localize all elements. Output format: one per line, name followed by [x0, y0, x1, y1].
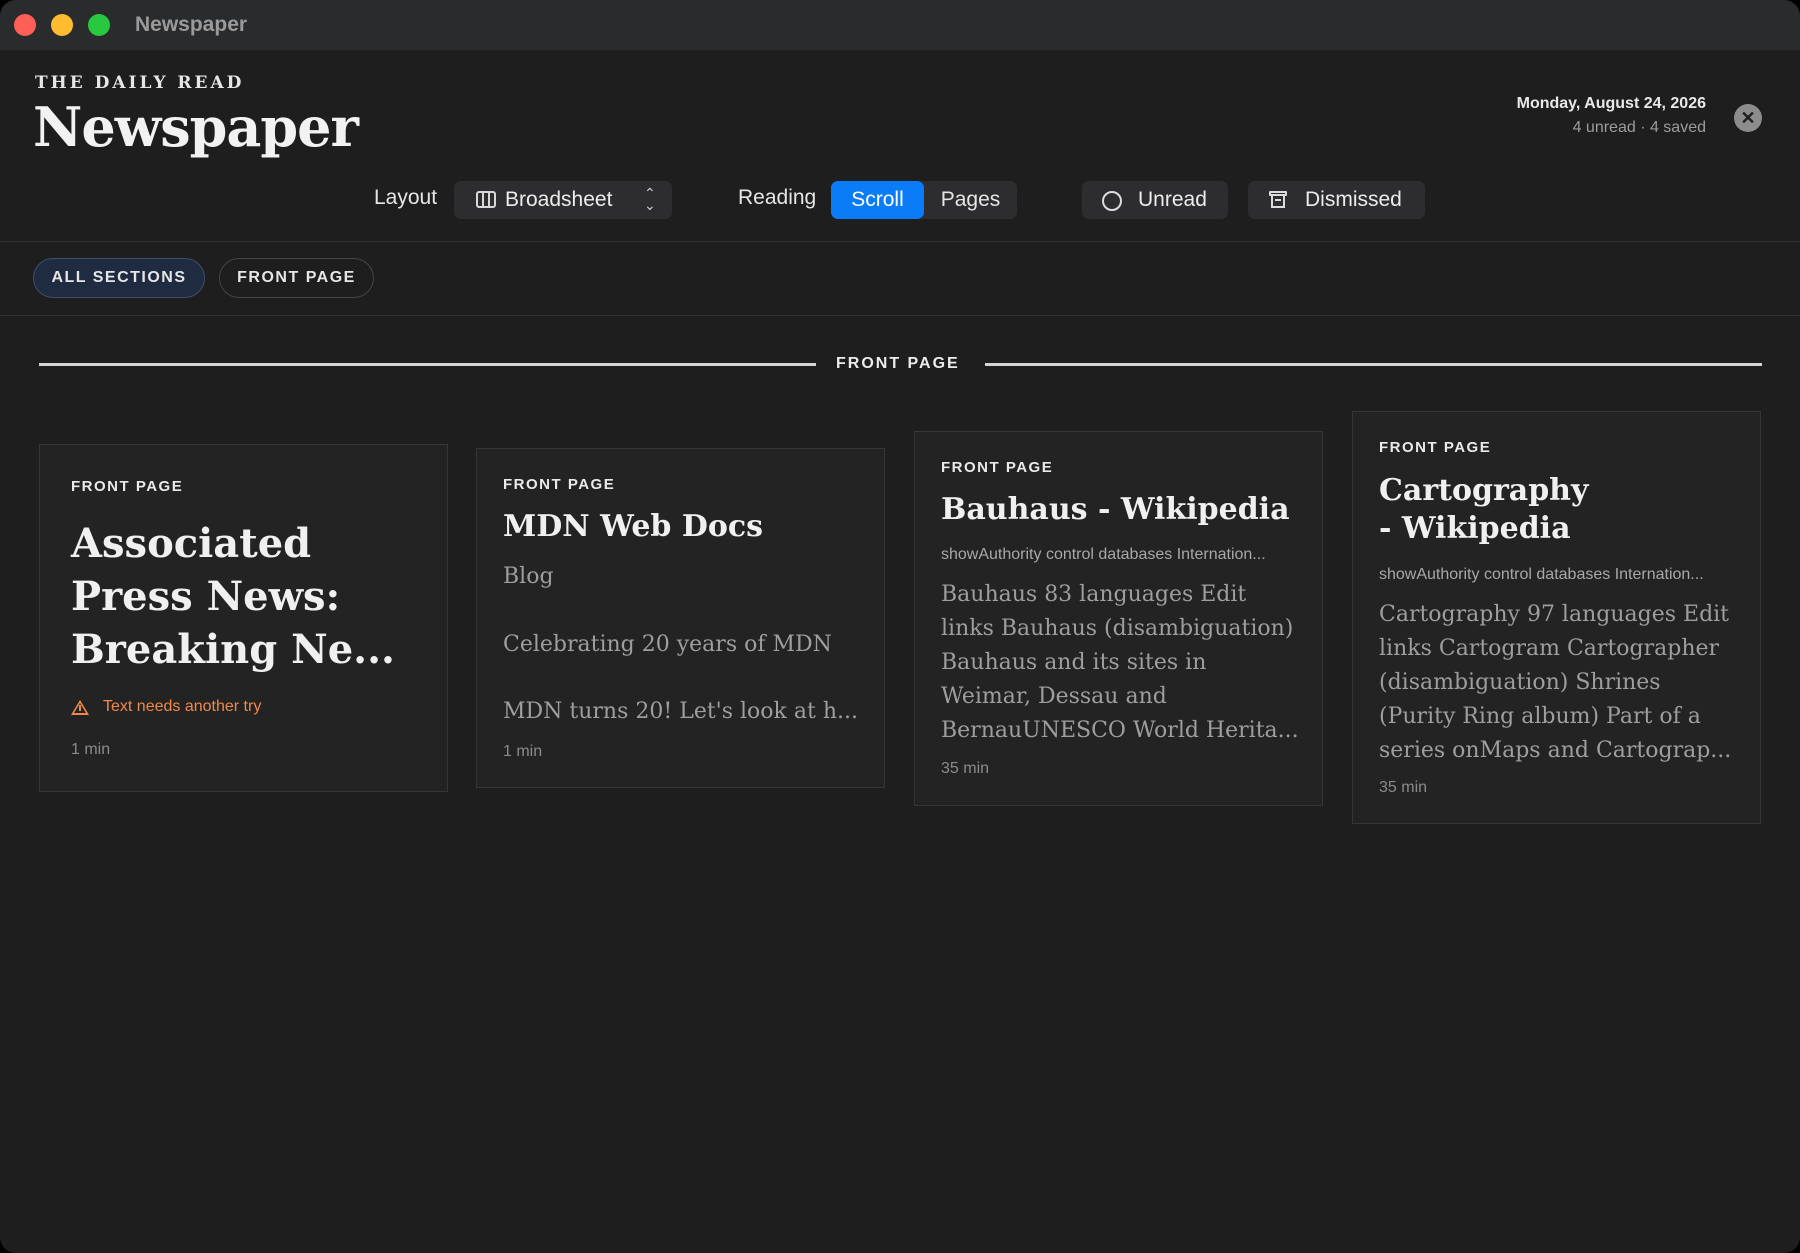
- chevron-up-down-icon: ⌃ ⌄: [644, 185, 656, 213]
- article-kicker: FRONT PAGE: [503, 476, 616, 493]
- article-card[interactable]: FRONT PAGE Cartography - Wikipedia showA…: [1352, 411, 1761, 824]
- article-excerpt: Cartography 97 languages Edit links Cart…: [1379, 602, 1732, 763]
- article-kicker: FRONT PAGE: [941, 459, 1054, 476]
- article-card[interactable]: FRONT PAGE Bauhaus - Wikipedia showAutho…: [914, 431, 1323, 806]
- article-tag-line: showAuthority control databases Internat…: [941, 546, 1266, 563]
- app-window: Newspaper THE DAILY READ Newspaper Monda…: [0, 0, 1800, 1253]
- article-counts: 4 unread · 4 saved: [1572, 119, 1706, 136]
- article-kicker: FRONT PAGE: [1379, 439, 1492, 456]
- reading-mode-control: Scroll Pages: [831, 181, 1017, 219]
- minimize-window-button[interactable]: [51, 14, 73, 36]
- article-headline-line: - Wikipedia: [1379, 511, 1571, 546]
- article-excerpt: Bauhaus 83 languages Edit links Bauhaus …: [941, 582, 1299, 743]
- current-date: Monday, August 24, 2026: [1516, 95, 1706, 112]
- article-warning: Text needs another try: [71, 698, 261, 716]
- chip-all-sections[interactable]: ALL SECTIONS: [33, 258, 205, 298]
- filter-divider: [0, 315, 1800, 316]
- masthead-title: Newspaper: [33, 95, 359, 159]
- warning-triangle-icon: [71, 699, 89, 715]
- article-card[interactable]: FRONT PAGE Associated Press News: Breaki…: [39, 444, 448, 792]
- reading-pages-option[interactable]: Pages: [924, 181, 1017, 219]
- article-headline: MDN Web Docs: [503, 509, 764, 544]
- close-icon[interactable]: ✕: [1734, 104, 1762, 132]
- masthead-kicker: THE DAILY READ: [35, 73, 245, 93]
- dismissed-label: Dismissed: [1305, 188, 1402, 211]
- article-read-time: 35 min: [1379, 779, 1428, 796]
- article-kicker: FRONT PAGE: [71, 478, 184, 495]
- layout-select-value: Broadsheet: [505, 188, 613, 211]
- layout-select[interactable]: Broadsheet ⌃ ⌄: [454, 181, 672, 219]
- reading-label: Reading: [738, 186, 817, 209]
- warning-text: Text needs another try: [103, 698, 262, 715]
- article-headline-line: Cartography: [1379, 473, 1589, 508]
- article-excerpt-line: Celebrating 20 years of MDN: [503, 632, 832, 657]
- unread-label: Unread: [1138, 188, 1207, 211]
- section-rule-right: [985, 363, 1762, 366]
- unread-filter-button[interactable]: Unread: [1082, 181, 1228, 219]
- article-card[interactable]: FRONT PAGE MDN Web Docs Blog Celebrating…: [476, 448, 885, 788]
- article-headline: Associated Press News: Breaking Ne...: [71, 520, 395, 673]
- reading-scroll-option[interactable]: Scroll: [831, 181, 924, 219]
- window-title: Newspaper: [135, 13, 248, 36]
- section-title: FRONT PAGE: [836, 355, 960, 372]
- layout-label: Layout: [374, 186, 438, 209]
- article-subhead: Blog: [503, 564, 554, 589]
- article-headline: Bauhaus - Wikipedia: [941, 492, 1290, 527]
- chip-front-page[interactable]: FRONT PAGE: [219, 258, 374, 298]
- columns-icon: [476, 191, 496, 208]
- article-read-time: 1 min: [71, 741, 111, 758]
- title-bar: Newspaper: [0, 0, 1800, 51]
- section-rule-left: [39, 363, 816, 366]
- article-headline: Cartography - Wikipedia: [1379, 472, 1588, 548]
- article-read-time: 35 min: [941, 760, 990, 777]
- header-divider: [0, 241, 1800, 242]
- article-read-time: 1 min: [503, 743, 543, 760]
- dismissed-filter-button[interactable]: Dismissed: [1248, 181, 1425, 219]
- archive-box-icon: [1269, 191, 1287, 208]
- circle-icon: [1102, 191, 1122, 211]
- close-window-button[interactable]: [14, 14, 36, 36]
- zoom-window-button[interactable]: [88, 14, 110, 36]
- article-tag-line: showAuthority control databases Internat…: [1379, 566, 1704, 583]
- article-excerpt-line: MDN turns 20! Let's look at h...: [503, 699, 858, 724]
